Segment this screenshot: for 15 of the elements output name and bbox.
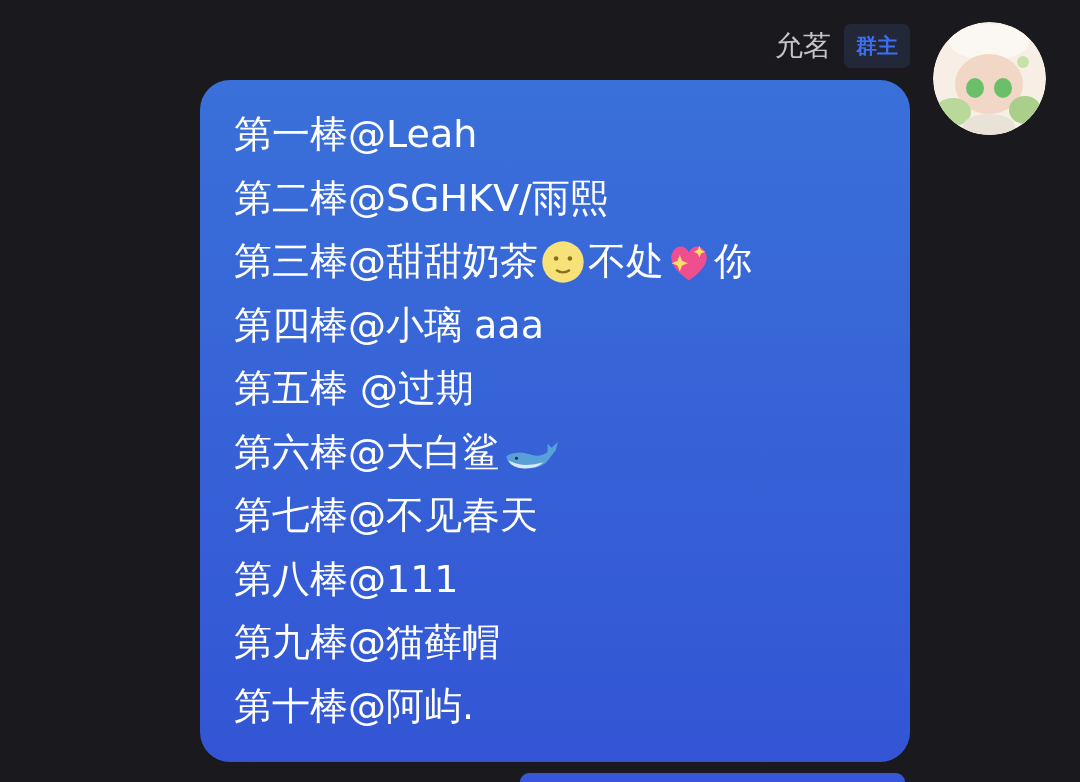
message-text: 第七棒@不见春天 bbox=[234, 492, 538, 540]
message-text: 第九棒@猫藓帽 bbox=[234, 619, 500, 667]
message-text: 第四棒@小璃 aaa bbox=[234, 301, 544, 349]
message-text: 你 bbox=[714, 238, 752, 286]
role-badge: 群主 bbox=[844, 24, 910, 68]
message-text: 第三棒@甜甜奶茶 bbox=[234, 238, 538, 286]
message-text: 第六棒@大白鲨 bbox=[234, 428, 500, 476]
moon-face-icon bbox=[540, 238, 586, 285]
message-text: 第八棒@111 bbox=[234, 555, 459, 603]
message-text: 第一棒@Leah bbox=[234, 111, 478, 159]
sender-name: 允茗 bbox=[775, 28, 831, 64]
message-text: 第五棒 @过期 bbox=[234, 365, 475, 413]
message-text: 第十棒@阿屿. bbox=[234, 682, 475, 730]
message-text: 不处 bbox=[588, 238, 664, 286]
message-text: 第二棒@SGHKV/雨熙 bbox=[234, 174, 608, 222]
